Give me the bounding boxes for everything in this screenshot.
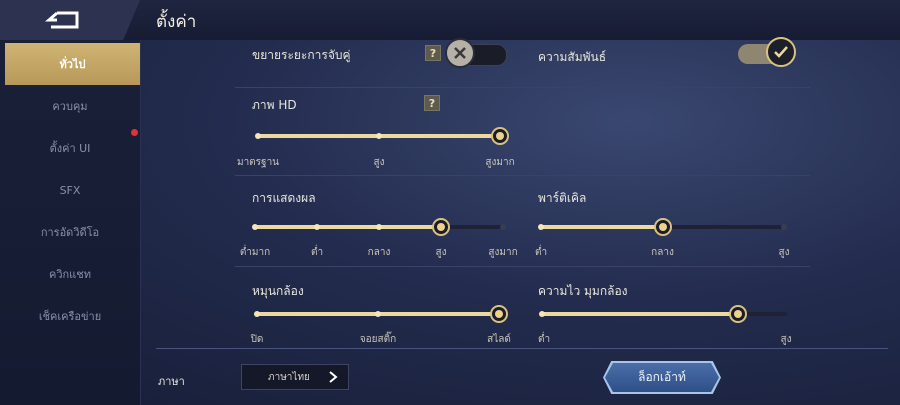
chevron-right-icon	[329, 371, 338, 383]
hd-slider-step-dot	[255, 133, 261, 139]
sidebar-item-general[interactable]: ทั่วไป	[5, 43, 140, 85]
logout-button[interactable]: ล็อกเอ้าท์	[605, 363, 719, 392]
display-tick-very-low: ต่ำมาก	[239, 247, 271, 258]
particle-slider-step-dot	[781, 224, 787, 230]
camera-rotate-tick-off: ปิด	[250, 334, 264, 345]
particle-label: พาร์ติเคิล	[538, 191, 587, 205]
language-value: ภาษาไทย	[268, 371, 310, 383]
display-slider-fill	[255, 225, 441, 229]
particle-slider-step-dot	[538, 224, 544, 230]
particle-tick-low: ต่ำ	[534, 247, 548, 258]
sidebar: ทั่วไป ควบคุม ตั้งค่า UI SFX การอัดวิดีโ…	[0, 40, 141, 405]
display-tick-very-high: สูงมาก	[488, 247, 518, 258]
camera-speed-max-label: สูง	[780, 334, 792, 345]
display-tick-medium: กลาง	[367, 247, 391, 258]
hd-slider-handle[interactable]	[491, 127, 509, 145]
relationship-toggle[interactable]	[738, 37, 796, 67]
sidebar-item-ui-settings[interactable]: ตั้งค่า UI	[0, 127, 140, 169]
footer-divider	[156, 348, 888, 349]
header-bar: ตั้งค่า	[0, 0, 900, 40]
divider	[235, 266, 810, 267]
display-slider[interactable]	[252, 218, 506, 236]
sidebar-item-controls[interactable]: ควบคุม	[0, 85, 140, 127]
camera-rotate-slider-step-dot	[375, 311, 381, 317]
hd-slider-step-dot	[376, 133, 382, 139]
display-slider-step-dot	[252, 224, 258, 230]
particle-tick-high: สูง	[778, 247, 790, 258]
match-range-label: ขยายระยะการจับคู่	[252, 48, 351, 62]
notification-badge	[131, 129, 138, 136]
sidebar-item-network-check[interactable]: เช็คเครือข่าย	[0, 295, 140, 337]
camera-speed-slider-fill	[542, 312, 738, 316]
display-tick-high: สูง	[435, 247, 447, 258]
relationship-label: ความสัมพันธ์	[538, 50, 607, 64]
match-range-toggle[interactable]	[445, 38, 507, 68]
close-icon	[445, 38, 475, 68]
divider	[235, 175, 810, 176]
particle-slider[interactable]	[538, 218, 787, 236]
display-slider-step-dot	[314, 224, 320, 230]
hd-label: ภาพ HD	[252, 98, 297, 112]
display-slider-handle[interactable]	[432, 218, 450, 236]
divider	[235, 87, 810, 88]
back-button[interactable]	[0, 0, 140, 40]
back-arrow-icon	[45, 11, 79, 29]
particle-tick-medium: กลาง	[651, 247, 674, 258]
camera-speed-slider-handle[interactable]	[729, 305, 747, 323]
camera-rotate-slider-step-dot	[254, 311, 260, 317]
language-label: ภาษา	[158, 375, 185, 388]
check-icon	[766, 37, 796, 67]
camera-rotate-tick-slide: สไลด์	[487, 334, 511, 345]
match-range-help-icon[interactable]: ?	[425, 45, 441, 61]
display-label: การแสดงผล	[252, 191, 316, 205]
hd-tick-very-high: สูงมาก	[485, 157, 515, 168]
camera-speed-slider-start-dot	[539, 311, 545, 317]
camera-rotate-tick-joystick: จอยสติ๊ก	[359, 334, 397, 345]
hd-tick-standard: มาตรฐาน	[236, 157, 280, 168]
language-select[interactable]: ภาษาไทย	[241, 364, 349, 390]
particle-slider-handle[interactable]	[653, 218, 672, 236]
display-slider-step-dot	[376, 224, 382, 230]
hd-help-icon[interactable]: ?	[424, 95, 440, 111]
display-slider-step-dot	[500, 224, 506, 230]
camera-rotate-label: หมุนกล้อง	[252, 284, 304, 298]
sidebar-item-quick-chat[interactable]: ควิกแชท	[0, 253, 140, 295]
particle-slider-fill	[541, 225, 663, 229]
hd-tick-high: สูง	[373, 157, 385, 168]
hd-slider[interactable]	[255, 127, 509, 145]
camera-rotate-slider[interactable]	[254, 305, 508, 323]
page-title: ตั้งค่า	[156, 12, 197, 32]
camera-speed-min-label: ต่ำ	[537, 334, 551, 345]
sidebar-item-video-recording[interactable]: การอัดวิดีโอ	[0, 211, 140, 253]
sidebar-item-sfx[interactable]: SFX	[0, 169, 140, 211]
camera-speed-slider[interactable]	[539, 305, 787, 323]
camera-speed-label: ความไว มุมกล้อง	[538, 284, 628, 298]
display-tick-low: ต่ำ	[310, 247, 324, 258]
camera-rotate-slider-handle[interactable]	[490, 305, 508, 323]
